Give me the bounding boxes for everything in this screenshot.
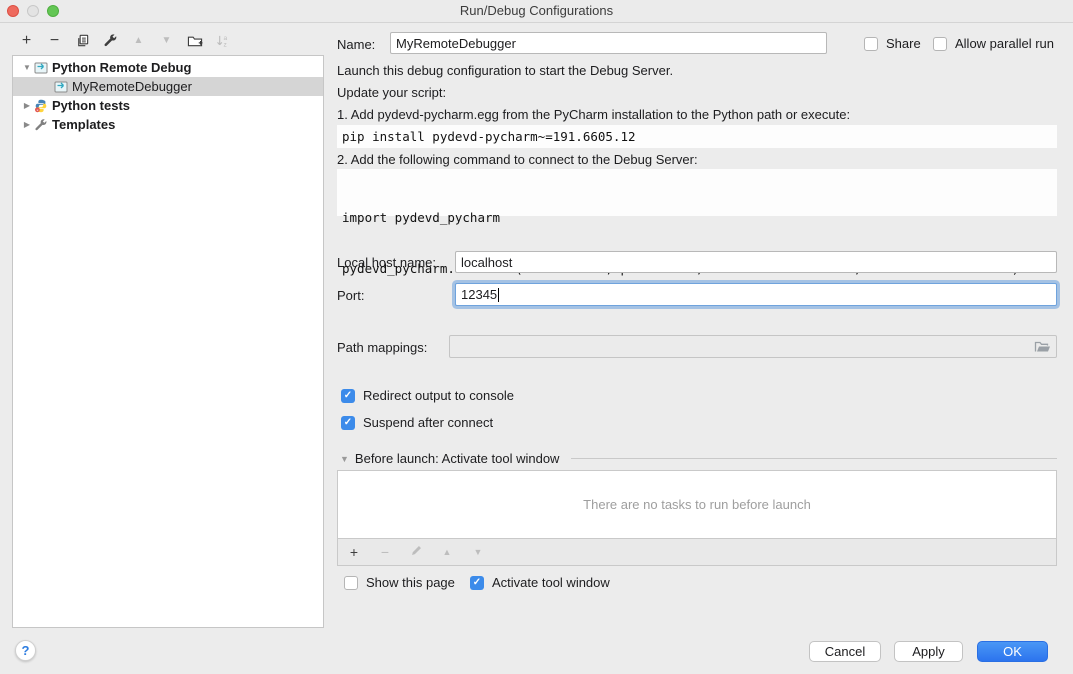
suspend-after-connect-label: Suspend after connect [363,415,493,430]
edit-templates-button[interactable] [102,32,119,49]
allow-parallel-run-checkbox[interactable]: Allow parallel run [933,36,1054,51]
settrace-code: import pydevd_pycharm pydevd_pycharm.set… [337,169,1057,216]
apply-button[interactable]: Apply [894,641,963,662]
redirect-output-label: Redirect output to console [363,388,514,403]
minus-icon: − [50,32,59,49]
new-folder-button[interactable] [186,32,203,49]
text-caret [498,288,499,302]
triangle-down-icon: ▼ [474,547,483,557]
collapse-triangle-icon[interactable]: ▼ [340,454,349,464]
tree-item-label: MyRemoteDebugger [72,79,192,94]
pip-install-code: pip install pydevd-pycharm~=191.6605.12 [337,125,1057,148]
share-checkbox[interactable]: Share [864,36,921,51]
path-mappings-input[interactable] [449,335,1057,358]
sort-configurations-button[interactable]: az [214,32,231,49]
checkbox-unchecked-icon[interactable] [933,37,947,51]
minus-icon: − [381,544,389,560]
port-input[interactable]: 12345 [455,283,1057,306]
ok-button[interactable]: OK [977,641,1048,662]
redirect-output-checkbox[interactable]: ✓ Redirect output to console [341,388,514,403]
path-mappings-label: Path mappings: [337,340,427,355]
share-label: Share [886,36,921,51]
step2-text: 2. Add the following command to connect … [337,152,698,167]
minimize-window-button[interactable] [27,5,39,17]
triangle-down-icon: ▼ [162,32,172,49]
port-value: 12345 [461,287,497,302]
run-debug-configurations-dialog: Run/Debug Configurations + − ▲ ▼ az ▼ Py… [0,0,1073,674]
remote-debug-config-icon [53,80,68,94]
configurations-toolbar: + − ▲ ▼ az [18,30,231,50]
tree-item-label: Templates [52,117,115,132]
task-up-button[interactable]: ▲ [440,545,454,559]
suspend-after-connect-checkbox[interactable]: ✓ Suspend after connect [341,415,493,430]
checkbox-unchecked-icon[interactable] [344,576,358,590]
help-button[interactable]: ? [15,640,36,661]
checkbox-checked-icon[interactable]: ✓ [470,576,484,590]
plus-icon: + [22,32,31,49]
add-configuration-button[interactable]: + [18,32,35,49]
window-title: Run/Debug Configurations [0,0,1073,22]
pencil-icon [410,544,423,560]
show-this-page-checkbox[interactable]: Show this page [344,575,455,590]
show-this-page-label: Show this page [366,575,455,590]
triangle-up-icon: ▲ [134,32,144,49]
move-down-button[interactable]: ▼ [158,32,175,49]
chevron-right-icon[interactable]: ▶ [21,120,33,129]
tree-item-templates[interactable]: ▶ Templates [13,115,323,134]
local-host-name-label: Local host name: [337,255,436,270]
update-script-text: Update your script: [337,85,446,100]
checkbox-unchecked-icon[interactable] [864,37,878,51]
tree-item-python-tests[interactable]: ▶ Python tests [13,96,323,115]
close-window-button[interactable] [7,5,19,17]
triangle-up-icon: ▲ [443,547,452,557]
no-tasks-text: There are no tasks to run before launch [583,497,811,512]
question-mark-icon: ? [22,643,30,658]
cancel-button[interactable]: Cancel [809,641,881,662]
zoom-window-button[interactable] [47,5,59,17]
before-launch-task-list[interactable]: There are no tasks to run before launch [337,470,1057,539]
remove-task-button[interactable]: − [378,545,392,559]
before-launch-label: Before launch: Activate tool window [355,451,560,466]
copy-configuration-button[interactable] [74,32,91,49]
chevron-right-icon[interactable]: ▶ [21,101,33,110]
tree-item-label: Python Remote Debug [52,60,191,75]
task-list-toolbar: + − ▲ ▼ [337,538,1057,566]
allow-parallel-run-label: Allow parallel run [955,36,1054,51]
remove-configuration-button[interactable]: − [46,32,63,49]
add-task-button[interactable]: + [347,545,361,559]
title-bar: Run/Debug Configurations [0,0,1073,23]
sort-az-icon: az [215,33,230,48]
python-tests-icon [33,99,48,113]
intro-text: Launch this debug configuration to start… [337,63,673,78]
plus-icon: + [350,544,358,560]
svg-text:z: z [223,41,226,47]
move-up-button[interactable]: ▲ [130,32,147,49]
name-input[interactable] [390,32,827,54]
section-divider [571,458,1057,459]
edit-task-button[interactable] [409,545,423,559]
copy-icon [75,33,90,48]
remote-debug-config-icon [33,61,48,75]
settrace-code-line1: import pydevd_pycharm [342,209,1057,226]
new-folder-icon [187,33,203,48]
activate-tool-window-label: Activate tool window [492,575,610,590]
configurations-tree: ▼ Python Remote Debug MyRemoteDebugger ▶… [12,55,324,628]
tree-item-label: Python tests [52,98,130,113]
templates-wrench-icon [33,118,48,132]
name-label: Name: [337,37,375,52]
before-launch-section-header[interactable]: ▼ Before launch: Activate tool window [340,451,1057,466]
tree-item-myremotedebugger[interactable]: MyRemoteDebugger [13,77,323,96]
activate-tool-window-checkbox[interactable]: ✓ Activate tool window [470,575,610,590]
checkbox-checked-icon[interactable]: ✓ [341,416,355,430]
tree-item-python-remote-debug[interactable]: ▼ Python Remote Debug [13,58,323,77]
chevron-down-icon[interactable]: ▼ [21,63,33,72]
checkbox-checked-icon[interactable]: ✓ [341,389,355,403]
port-label: Port: [337,288,364,303]
task-down-button[interactable]: ▼ [471,545,485,559]
local-host-name-input[interactable] [455,251,1057,273]
wrench-icon [103,33,118,48]
step1-text: 1. Add pydevd-pycharm.egg from the PyCha… [337,107,850,122]
browse-folder-icon[interactable] [1034,339,1051,357]
